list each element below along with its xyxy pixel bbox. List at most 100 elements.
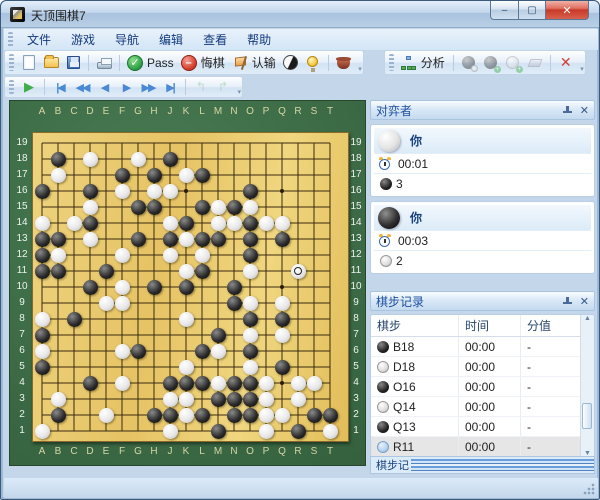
add-white-stone-button[interactable]: +	[503, 53, 523, 73]
menu-item-4[interactable]: 查看	[193, 29, 237, 50]
black-stone-O14	[242, 215, 258, 231]
fast-back-button[interactable]: ◀◀	[72, 77, 92, 97]
forward-icon: ▶	[122, 81, 132, 94]
black-stone-M13	[210, 231, 226, 247]
analyze-button[interactable]	[399, 53, 419, 73]
scroll-up-icon[interactable]: ▲	[584, 315, 591, 322]
navigation-toolbar: ▶ |◀ ◀◀ ◀ ▶ ▶▶ ▶| ↰ ↱ ▾	[4, 76, 243, 98]
break-button[interactable]	[334, 53, 354, 73]
new-file-button[interactable]	[19, 53, 39, 73]
white-stone-K8	[178, 311, 194, 327]
menu-bar: 文件 游戏 导航 编辑 查看 帮助	[4, 29, 598, 50]
board-coordinate-number: 6	[353, 345, 359, 356]
variation-forward-button[interactable]: ↱	[213, 77, 233, 97]
resign-label[interactable]: 认输	[252, 54, 276, 71]
black-stone-L17	[194, 167, 210, 183]
move-row-D18[interactable]: D18 00:00-	[371, 357, 580, 377]
board-coordinate-number: 10	[16, 281, 28, 292]
board-coordinate-number: 6	[19, 345, 25, 356]
print-button[interactable]	[94, 53, 114, 73]
undo-move-label[interactable]: 悔棋	[201, 54, 225, 71]
first-move-button[interactable]: |◀	[50, 77, 70, 97]
fast-forward-button[interactable]: ▶▶	[138, 77, 158, 97]
pin-icon[interactable]	[562, 296, 573, 307]
board-coordinate-letter: T	[326, 446, 334, 457]
column-header-2[interactable]: 分值	[521, 315, 580, 336]
toolbar-grip[interactable]	[8, 32, 13, 47]
menu-item-5[interactable]: 帮助	[237, 29, 281, 50]
menu-item-3[interactable]: 编辑	[149, 29, 193, 50]
pin-icon[interactable]	[562, 105, 573, 116]
swap-color-button[interactable]	[281, 53, 301, 73]
last-move-button[interactable]: ▶|	[160, 77, 180, 97]
undo-move-button[interactable]: –	[179, 53, 199, 73]
resize-grip[interactable]	[583, 483, 595, 495]
delete-button[interactable]: ✕	[556, 53, 576, 73]
go-board[interactable]: A A B B C C D D E E F F G G H H J J K K L L M M N N O O P P Q Q R R S S T T 19…	[9, 100, 366, 466]
board-coordinate-number: 15	[350, 201, 362, 212]
white-stone-P14	[258, 215, 274, 231]
tab-render-streaks	[411, 459, 594, 471]
minimize-button[interactable]: –	[490, 1, 519, 20]
pass-label[interactable]: Pass	[147, 56, 174, 70]
white-stone-P3	[258, 391, 274, 407]
black-stone-M7	[210, 327, 226, 343]
black-stone-O12	[242, 247, 258, 263]
pass-button[interactable]: ✓	[125, 53, 145, 73]
white-stone-K5	[178, 359, 194, 375]
hint-button[interactable]	[303, 53, 323, 73]
moves-panel-tab[interactable]: 棋步记	[370, 456, 595, 474]
print-icon	[96, 57, 112, 69]
toolbar-overflow-chevron[interactable]: ▾	[580, 65, 584, 73]
app-logo-icon	[10, 7, 25, 22]
toolbar-grip[interactable]	[9, 80, 14, 94]
close-button[interactable]: ✕	[546, 1, 589, 20]
last-move-icon: ▶|	[166, 81, 175, 94]
captured-white-stone-icon	[380, 254, 392, 267]
panel-close-icon[interactable]: ✕	[580, 104, 589, 117]
board-coordinate-number: 19	[16, 137, 28, 148]
menu-item-1[interactable]: 游戏	[61, 29, 105, 50]
save-button[interactable]	[63, 53, 83, 73]
forward-button[interactable]: ▶	[116, 77, 136, 97]
black-stone-K14	[178, 215, 194, 231]
move-row-B18[interactable]: B18 00:00-	[371, 337, 580, 357]
scrollbar-thumb[interactable]	[582, 403, 592, 429]
toolbar-grip[interactable]	[388, 54, 394, 71]
toolbar-overflow-chevron[interactable]: ▾	[358, 65, 362, 73]
stone-pair-button[interactable]	[459, 53, 479, 73]
black-stone-G6	[130, 343, 146, 359]
eraser-button[interactable]	[525, 53, 545, 73]
title-bar[interactable]: 天顶围棋7 – ▢ ✕	[1, 1, 599, 28]
analyze-label[interactable]: 分析	[421, 54, 445, 71]
open-file-button[interactable]	[41, 53, 61, 73]
moves-table-scrollbar[interactable]: ▲ ▼	[580, 315, 594, 457]
resign-button[interactable]	[230, 53, 250, 73]
column-header-1[interactable]: 时间	[459, 315, 521, 336]
move-row-Q13[interactable]: Q13 00:00-	[371, 417, 580, 437]
white-stone-F16	[114, 183, 130, 199]
toolbar-grip[interactable]	[9, 54, 14, 71]
menu-item-0[interactable]: 文件	[17, 29, 61, 50]
panel-close-icon[interactable]: ✕	[580, 295, 589, 308]
board-coordinate-number: 16	[16, 185, 28, 196]
column-header-0[interactable]: 棋步	[371, 315, 459, 336]
white-stone-A8	[34, 311, 50, 327]
white-stone-F10	[114, 279, 130, 295]
move-coordinate: R11	[393, 439, 415, 454]
maximize-button[interactable]: ▢	[519, 1, 546, 20]
add-black-stone-button[interactable]: +	[481, 53, 501, 73]
move-row-O16[interactable]: O16 00:00-	[371, 377, 580, 397]
board-coordinate-number: 5	[353, 361, 359, 372]
white-stone-J12	[162, 247, 178, 263]
board-coordinate-number: 16	[350, 185, 362, 196]
move-row-Q14[interactable]: Q14 00:00-	[371, 397, 580, 417]
variation-back-button[interactable]: ↰	[191, 77, 211, 97]
move-row-R11[interactable]: R11 00:00-	[371, 437, 580, 457]
play-button[interactable]: ▶	[19, 77, 39, 97]
toolbar-overflow-chevron[interactable]: ▾	[237, 88, 241, 96]
white-stone-M14	[210, 215, 226, 231]
menu-item-2[interactable]: 导航	[105, 29, 149, 50]
white-stone-G18	[130, 151, 146, 167]
back-button[interactable]: ◀	[94, 77, 114, 97]
